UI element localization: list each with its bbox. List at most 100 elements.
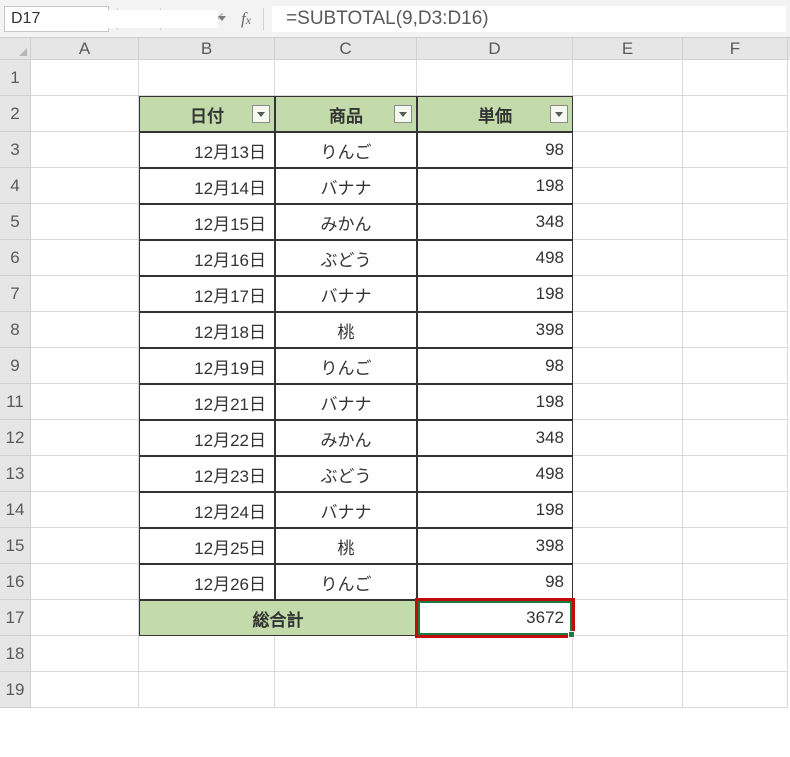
chevron-down-icon[interactable] [218, 16, 226, 21]
cell[interactable] [275, 60, 417, 96]
cell[interactable] [31, 600, 139, 636]
cell[interactable] [31, 276, 139, 312]
cell[interactable] [31, 672, 139, 708]
table-cell-date[interactable]: 12月23日 [139, 456, 275, 492]
cell[interactable] [275, 672, 417, 708]
table-cell-price[interactable]: 498 [417, 240, 573, 276]
row-header[interactable]: 11 [0, 384, 31, 420]
col-header[interactable]: A [31, 38, 139, 60]
table-cell-price[interactable]: 198 [417, 492, 573, 528]
row-header[interactable]: 17 [0, 600, 31, 636]
table-cell-item[interactable]: バナナ [275, 168, 417, 204]
table-cell-date[interactable]: 12月14日 [139, 168, 275, 204]
cell[interactable] [683, 564, 788, 600]
cell[interactable] [139, 636, 275, 672]
table-cell-date[interactable]: 12月13日 [139, 132, 275, 168]
table-cell-item[interactable]: りんご [275, 132, 417, 168]
table-cell-date[interactable]: 12月25日 [139, 528, 275, 564]
table-cell-date[interactable]: 12月16日 [139, 240, 275, 276]
cell[interactable] [573, 600, 683, 636]
cell[interactable] [573, 348, 683, 384]
name-box-wrap[interactable] [4, 6, 109, 32]
cell[interactable] [31, 528, 139, 564]
select-all-corner[interactable] [0, 38, 31, 60]
cell[interactable] [683, 636, 788, 672]
table-cell-item[interactable]: バナナ [275, 276, 417, 312]
formula-input[interactable] [272, 6, 786, 32]
table-cell-price[interactable]: 98 [417, 132, 573, 168]
table-cell-date[interactable]: 12月21日 [139, 384, 275, 420]
cell[interactable] [31, 60, 139, 96]
table-cell-price[interactable]: 198 [417, 384, 573, 420]
total-label[interactable]: 総合計 [139, 600, 417, 636]
table-cell-item[interactable]: ぶどう [275, 240, 417, 276]
table-cell-price[interactable]: 98 [417, 564, 573, 600]
cell[interactable] [417, 60, 573, 96]
table-cell-item[interactable]: ぶどう [275, 456, 417, 492]
cell[interactable] [31, 456, 139, 492]
cell[interactable] [31, 204, 139, 240]
row-header[interactable]: 2 [0, 96, 31, 132]
cell[interactable] [31, 132, 139, 168]
row-header[interactable]: 3 [0, 132, 31, 168]
col-header[interactable]: B [139, 38, 275, 60]
cell[interactable] [683, 204, 788, 240]
cell[interactable] [573, 204, 683, 240]
cell[interactable] [573, 240, 683, 276]
row-header[interactable]: 5 [0, 204, 31, 240]
filter-dropdown-icon[interactable] [550, 105, 568, 123]
name-box[interactable] [11, 10, 218, 28]
cell[interactable] [683, 672, 788, 708]
filter-dropdown-icon[interactable] [394, 105, 412, 123]
cell[interactable] [683, 132, 788, 168]
table-cell-item[interactable]: りんご [275, 564, 417, 600]
row-header[interactable]: 16 [0, 564, 31, 600]
cell[interactable] [573, 456, 683, 492]
cell[interactable] [31, 384, 139, 420]
cell[interactable] [573, 564, 683, 600]
cell[interactable] [683, 528, 788, 564]
cell[interactable] [573, 312, 683, 348]
row-header[interactable]: 8 [0, 312, 31, 348]
table-cell-date[interactable]: 12月18日 [139, 312, 275, 348]
table-cell-item[interactable]: みかん [275, 204, 417, 240]
fx-icon[interactable]: fx [237, 9, 255, 29]
cell[interactable] [417, 672, 573, 708]
col-header[interactable]: C [275, 38, 417, 60]
cell[interactable] [31, 420, 139, 456]
cell[interactable] [31, 168, 139, 204]
cell[interactable] [683, 168, 788, 204]
cell[interactable] [139, 60, 275, 96]
cell[interactable] [31, 564, 139, 600]
table-cell-date[interactable]: 12月15日 [139, 204, 275, 240]
row-header[interactable]: 18 [0, 636, 31, 672]
cell[interactable] [683, 240, 788, 276]
cell[interactable] [683, 96, 788, 132]
table-cell-date[interactable]: 12月24日 [139, 492, 275, 528]
cell[interactable] [31, 348, 139, 384]
table-cell-item[interactable]: バナナ [275, 384, 417, 420]
table-cell-price[interactable]: 398 [417, 528, 573, 564]
table-cell-price[interactable]: 198 [417, 276, 573, 312]
table-header-date[interactable]: 日付 [139, 96, 275, 132]
cell[interactable] [31, 492, 139, 528]
cell[interactable] [417, 636, 573, 672]
table-cell-item[interactable]: りんご [275, 348, 417, 384]
row-header[interactable]: 12 [0, 420, 31, 456]
table-cell-item[interactable]: バナナ [275, 492, 417, 528]
cell[interactable] [573, 96, 683, 132]
filter-dropdown-icon[interactable] [252, 105, 270, 123]
table-cell-item[interactable]: 桃 [275, 312, 417, 348]
table-header-item[interactable]: 商品 [275, 96, 417, 132]
cell[interactable] [573, 420, 683, 456]
row-header[interactable]: 4 [0, 168, 31, 204]
row-header[interactable]: 13 [0, 456, 31, 492]
cell[interactable] [683, 456, 788, 492]
col-header[interactable]: D [417, 38, 573, 60]
table-cell-date[interactable]: 12月17日 [139, 276, 275, 312]
cell[interactable] [683, 276, 788, 312]
row-header[interactable]: 15 [0, 528, 31, 564]
table-cell-date[interactable]: 12月22日 [139, 420, 275, 456]
table-cell-price[interactable]: 98 [417, 348, 573, 384]
table-cell-price[interactable]: 198 [417, 168, 573, 204]
